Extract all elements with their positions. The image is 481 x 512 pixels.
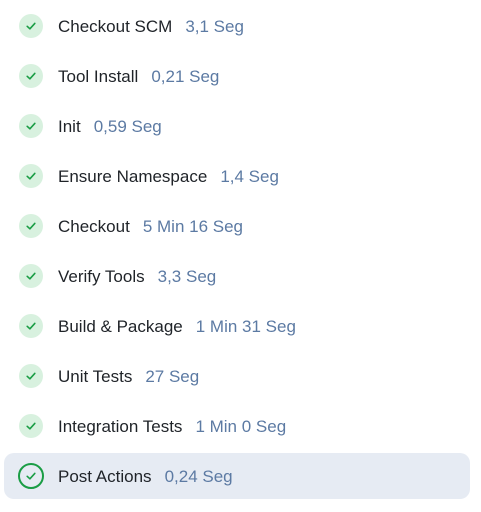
success-check-icon: [19, 164, 43, 188]
success-check-icon: [19, 64, 43, 88]
step-name: Tool Install: [58, 67, 139, 86]
step-label: Unit Tests 27 Seg: [58, 367, 199, 387]
success-check-icon: [19, 114, 43, 138]
step-duration: 0,21 Seg: [151, 67, 220, 86]
step-label: Checkout 5 Min 16 Seg: [58, 217, 243, 237]
step-duration: 3,3 Seg: [157, 267, 217, 286]
step-duration: 0,24 Seg: [164, 467, 233, 486]
step-duration: 3,1 Seg: [185, 17, 244, 36]
step-unit-tests[interactable]: Unit Tests 27 Seg: [4, 353, 470, 399]
step-name: Checkout: [58, 217, 130, 236]
step-ensure-namespace[interactable]: Ensure Namespace 1,4 Seg: [4, 153, 470, 199]
success-check-icon: [19, 414, 43, 438]
step-duration: 27 Seg: [145, 367, 200, 386]
step-duration: 1 Min 31 Seg: [195, 317, 296, 336]
pipeline-steps-list: Checkout SCM 3,1 Seg Tool Install 0,21 S…: [4, 3, 470, 503]
step-post-actions[interactable]: Post Actions 0,24 Seg: [4, 453, 470, 499]
success-check-icon: [19, 364, 43, 388]
step-name: Post Actions: [58, 467, 152, 486]
step-label: Checkout SCM 3,1 Seg: [58, 17, 244, 37]
step-label: Init 0,59 Seg: [58, 117, 162, 137]
step-label: Ensure Namespace 1,4 Seg: [58, 167, 279, 187]
success-check-icon: [19, 14, 43, 38]
success-check-icon: [19, 314, 43, 338]
step-init[interactable]: Init 0,59 Seg: [4, 103, 470, 149]
step-checkout-scm[interactable]: Checkout SCM 3,1 Seg: [4, 3, 470, 49]
step-duration: 0,59 Seg: [93, 117, 162, 136]
step-label: Verify Tools 3,3 Seg: [58, 267, 216, 287]
success-check-icon: [19, 264, 43, 288]
step-name: Checkout SCM: [58, 17, 173, 36]
step-verify-tools[interactable]: Verify Tools 3,3 Seg: [4, 253, 470, 299]
step-integration-tests[interactable]: Integration Tests 1 Min 0 Seg: [4, 403, 470, 449]
step-build-package[interactable]: Build & Package 1 Min 31 Seg: [4, 303, 470, 349]
step-duration: 1,4 Seg: [220, 167, 279, 186]
step-duration: 5 Min 16 Seg: [142, 217, 244, 236]
step-name: Build & Package: [58, 317, 183, 336]
step-duration: 1 Min 0 Seg: [195, 417, 287, 436]
step-tool-install[interactable]: Tool Install 0,21 Seg: [4, 53, 470, 99]
step-label: Build & Package 1 Min 31 Seg: [58, 317, 296, 337]
step-name: Unit Tests: [58, 367, 133, 386]
step-label: Integration Tests 1 Min 0 Seg: [58, 417, 286, 437]
step-checkout[interactable]: Checkout 5 Min 16 Seg: [4, 203, 470, 249]
success-check-icon: [18, 463, 44, 489]
step-name: Verify Tools: [58, 267, 145, 286]
step-label: Post Actions 0,24 Seg: [58, 467, 233, 487]
success-check-icon: [19, 214, 43, 238]
step-name: Ensure Namespace: [58, 167, 208, 186]
step-name: Init: [58, 117, 81, 136]
step-label: Tool Install 0,21 Seg: [58, 67, 219, 87]
step-name: Integration Tests: [58, 417, 183, 436]
